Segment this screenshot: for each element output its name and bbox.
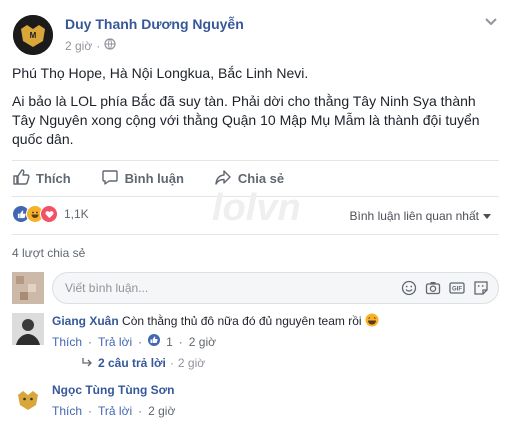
love-reaction-icon [40, 205, 58, 223]
reply-arrow-icon [82, 356, 94, 370]
commenter-avatar[interactable] [12, 383, 44, 415]
camera-icon[interactable] [424, 279, 442, 297]
reactions-summary[interactable]: 1,1K [12, 205, 89, 223]
dot-separator: · [88, 404, 93, 418]
sticker-icon[interactable] [472, 279, 490, 297]
dot-separator: · [178, 334, 183, 349]
comment-body: Giang Xuân Còn thằng thủ đô nữa đó đủ ng… [52, 313, 379, 328]
dot-separator: · [138, 404, 143, 418]
comment-text: Còn thằng thủ đô nữa đó đủ nguyên team r… [122, 314, 362, 328]
svg-text:GIF: GIF [452, 287, 462, 293]
dot-separator: · [96, 38, 101, 53]
dot-separator: · [138, 334, 143, 349]
chevron-down-icon[interactable] [483, 15, 499, 29]
gif-icon[interactable]: GIF [448, 279, 466, 297]
dot-separator: · [169, 356, 174, 370]
post-body: Phú Thọ Hope, Hà Nội Longkua, Bắc Linh N… [12, 64, 500, 158]
share-arrow-icon [214, 168, 232, 189]
post-paragraph: Ai bảo là LOL phía Bắc đã suy tàn. Phải … [12, 93, 480, 147]
comment-actions: Thích · Trả lời · 2 giờ [52, 404, 175, 418]
thumbs-up-icon [12, 168, 30, 189]
comment-input[interactable]: Viết bình luận... GIF [52, 272, 499, 304]
caret-down-icon [483, 209, 491, 223]
comment-composer: Viết bình luận... GIF [12, 272, 499, 304]
haha-emoji-icon [365, 313, 379, 328]
comment-time[interactable]: 2 giờ [148, 404, 175, 418]
comment-like-link[interactable]: Thích [52, 335, 82, 349]
comment-time[interactable]: 2 giờ [189, 335, 216, 349]
sort-label: Bình luận liên quan nhất [349, 209, 479, 223]
globe-icon [104, 38, 116, 53]
comment-reply-link[interactable]: Trả lời [98, 335, 132, 349]
comment-like-link[interactable]: Thích [52, 404, 82, 418]
comment-reply-link[interactable]: Trả lời [98, 404, 132, 418]
dot-separator: · [88, 334, 93, 349]
post-author-name[interactable]: Duy Thanh Dương Nguyễn [65, 16, 244, 32]
speech-bubble-icon [101, 168, 119, 189]
comment-sort-dropdown[interactable]: Bình luận liên quan nhất [350, 209, 491, 223]
commenter-name[interactable]: Ngọc Tùng Tùng Sơn [52, 383, 175, 397]
composer-icons: GIF [400, 279, 490, 297]
comment-like-icon [148, 334, 161, 349]
comment-button[interactable]: Bình luận [101, 168, 184, 189]
comment-body: Ngọc Tùng Tùng Sơn [52, 383, 175, 397]
divider [12, 234, 499, 235]
post-time[interactable]: 2 giờ [65, 39, 92, 53]
author-avatar[interactable]: M [13, 15, 53, 55]
comment-item: Ngọc Tùng Tùng Sơn Thích · Trả lời · 2 g… [12, 383, 499, 433]
replies-time: 2 giờ [177, 356, 206, 370]
share-button[interactable]: Chia sẻ [214, 168, 284, 189]
comment-like-count[interactable]: 1 [166, 335, 173, 349]
svg-text:M: M [30, 31, 37, 40]
like-label: Thích [36, 170, 71, 186]
comment-actions: Thích · Trả lời · 1 · 2 giờ [52, 334, 216, 349]
comment-item: Giang Xuân Còn thằng thủ đô nữa đó đủ ng… [12, 313, 499, 393]
post-meta: 2 giờ · [65, 38, 116, 53]
view-replies-link[interactable]: 2 câu trả lời · 2 giờ [82, 356, 205, 370]
like-button[interactable]: Thích [12, 168, 71, 189]
shares-count[interactable]: 4 lượt chia sẻ [12, 246, 85, 260]
comment-input-placeholder: Viết bình luận... [65, 281, 149, 295]
commenter-avatar[interactable] [12, 313, 44, 345]
reaction-count[interactable]: 1,1K [64, 207, 89, 221]
post-paragraph: Phú Thọ Hope, Hà Nội Longkua, Bắc Linh N… [12, 65, 309, 81]
comment-label: Bình luận [124, 170, 184, 186]
watermark-logo: lolvn [212, 187, 301, 229]
post-header: M Duy Thanh Dương Nguyễn 2 giờ · [10, 9, 511, 59]
commenter-name[interactable]: Giang Xuân [52, 314, 119, 328]
replies-count: 2 câu trả lời [98, 356, 166, 370]
emoji-icon[interactable] [400, 279, 418, 297]
current-user-avatar [12, 272, 44, 304]
share-label: Chia sẻ [237, 170, 285, 186]
